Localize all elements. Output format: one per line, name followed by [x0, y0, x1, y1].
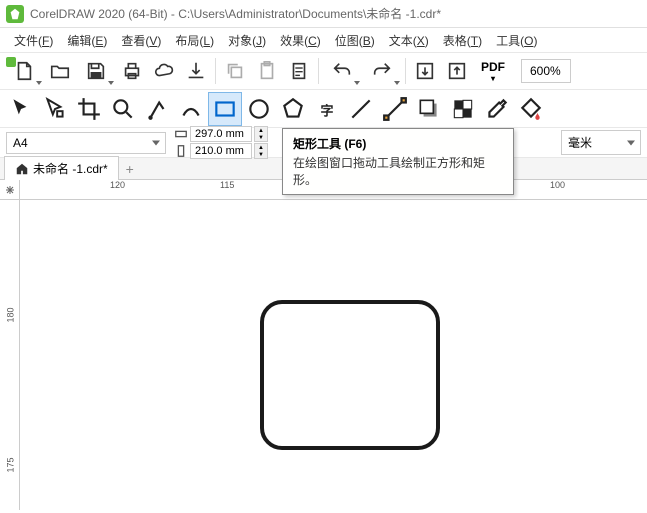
pick-tool[interactable] — [4, 92, 38, 126]
menu-table[interactable]: 表格(T) — [437, 30, 488, 51]
transparency-tool[interactable] — [446, 92, 480, 126]
line-tool[interactable] — [344, 92, 378, 126]
menu-layout[interactable]: 布局(L) — [169, 30, 220, 51]
connector-tool[interactable] — [378, 92, 412, 126]
add-tab-button[interactable]: + — [119, 159, 141, 179]
text-tool[interactable]: 字 — [310, 92, 344, 126]
menu-text[interactable]: 文本(X) — [383, 30, 435, 51]
app-icon — [6, 5, 24, 23]
home-icon — [15, 162, 29, 176]
fill-tool[interactable] — [514, 92, 548, 126]
tooltip-title: 矩形工具 (F6) — [293, 135, 503, 152]
eyedropper-tool[interactable] — [480, 92, 514, 126]
open-button[interactable] — [44, 55, 76, 87]
svg-text:字: 字 — [321, 103, 334, 118]
units-dropdown[interactable]: 毫米 — [561, 130, 641, 155]
artistic-tool[interactable] — [174, 92, 208, 126]
import-button[interactable] — [409, 55, 441, 87]
menu-edit[interactable]: 编辑(E) — [61, 30, 113, 51]
menu-view[interactable]: 查看(V) — [115, 30, 167, 51]
height-input[interactable]: 210.0 mm — [190, 143, 252, 159]
tab-label: 未命名 -1.cdr* — [33, 160, 108, 177]
menu-bitmap[interactable]: 位图(B) — [329, 30, 381, 51]
tooltip: 矩形工具 (F6) 在绘图窗口拖动工具绘制正方形和矩形。 — [282, 128, 514, 195]
tooltip-desc: 在绘图窗口拖动工具绘制正方形和矩形。 — [293, 154, 503, 188]
crop-tool[interactable] — [72, 92, 106, 126]
paste-button[interactable] — [251, 55, 283, 87]
menu-object[interactable]: 对象(J) — [222, 30, 272, 51]
dropshadow-tool[interactable] — [412, 92, 446, 126]
window-title: CorelDRAW 2020 (64-Bit) - C:\Users\Admin… — [30, 5, 441, 22]
document-tab[interactable]: 未命名 -1.cdr* — [4, 156, 119, 180]
zoom-input[interactable]: 600% — [521, 59, 571, 83]
export2-button[interactable] — [441, 55, 473, 87]
drawing-canvas[interactable] — [20, 200, 647, 510]
menu-effects[interactable]: 效果(C) — [274, 30, 327, 51]
ruler-origin[interactable] — [0, 180, 20, 200]
copy-button[interactable] — [219, 55, 251, 87]
menu-tools[interactable]: 工具(O) — [490, 30, 543, 51]
zoom-tool[interactable] — [106, 92, 140, 126]
menu-file[interactable]: 文件(F) — [8, 30, 59, 51]
export-button[interactable] — [180, 55, 212, 87]
rectangle-tool[interactable] — [208, 92, 242, 126]
cloud-button[interactable] — [148, 55, 180, 87]
undo-button[interactable] — [322, 55, 362, 87]
width-spinner[interactable]: ▲▼ — [254, 126, 268, 142]
width-input[interactable]: 297.0 mm — [190, 126, 252, 142]
ellipse-tool[interactable] — [242, 92, 276, 126]
clipboard-button[interactable] — [283, 55, 315, 87]
title-bar: CorelDRAW 2020 (64-Bit) - C:\Users\Admin… — [0, 0, 647, 28]
standard-toolbar: PDF▾ 600% — [0, 52, 647, 90]
toolbox: 字 — [0, 90, 647, 128]
polygon-tool[interactable] — [276, 92, 310, 126]
canvas-area: 120 115 110 105 100 180 175 — [0, 180, 647, 510]
save-button[interactable] — [76, 55, 116, 87]
print-button[interactable] — [116, 55, 148, 87]
page-size-dropdown[interactable]: A4 — [6, 132, 166, 154]
new-button[interactable] — [4, 55, 44, 87]
shape-tool[interactable] — [38, 92, 72, 126]
redo-button[interactable] — [362, 55, 402, 87]
rounded-rectangle-shape[interactable] — [260, 300, 440, 450]
height-spinner[interactable]: ▲▼ — [254, 143, 268, 159]
freehand-tool[interactable] — [140, 92, 174, 126]
menu-bar: 文件(F) 编辑(E) 查看(V) 布局(L) 对象(J) 效果(C) 位图(B… — [0, 28, 647, 52]
vertical-ruler[interactable]: 180 175 — [0, 200, 20, 510]
pdf-button[interactable]: PDF▾ — [473, 55, 513, 87]
